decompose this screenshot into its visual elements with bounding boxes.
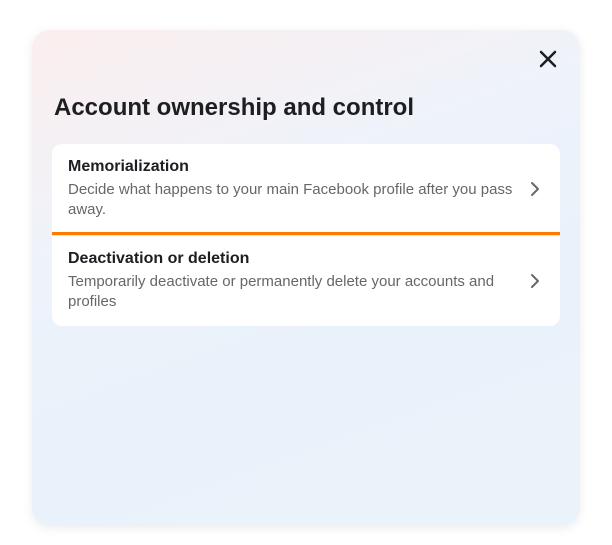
- option-memorialization[interactable]: Memorialization Decide what happens to y…: [52, 144, 560, 235]
- option-title: Deactivation or deletion: [68, 250, 516, 268]
- option-description: Decide what happens to your main Faceboo…: [68, 180, 516, 221]
- option-deactivation-deletion[interactable]: Deactivation or deletion Temporarily dea…: [52, 235, 560, 327]
- option-content: Memorialization Decide what happens to y…: [68, 158, 526, 221]
- chevron-right-icon: [526, 180, 544, 198]
- account-control-modal: Account ownership and control Memorializ…: [32, 30, 580, 526]
- option-title: Memorialization: [68, 158, 516, 176]
- option-content: Deactivation or deletion Temporarily dea…: [68, 250, 526, 313]
- option-description: Temporarily deactivate or permanently de…: [68, 272, 516, 313]
- close-icon: [537, 48, 559, 73]
- close-button[interactable]: [534, 46, 562, 74]
- page-title: Account ownership and control: [52, 94, 560, 122]
- chevron-right-icon: [526, 272, 544, 290]
- options-list: Memorialization Decide what happens to y…: [52, 144, 560, 326]
